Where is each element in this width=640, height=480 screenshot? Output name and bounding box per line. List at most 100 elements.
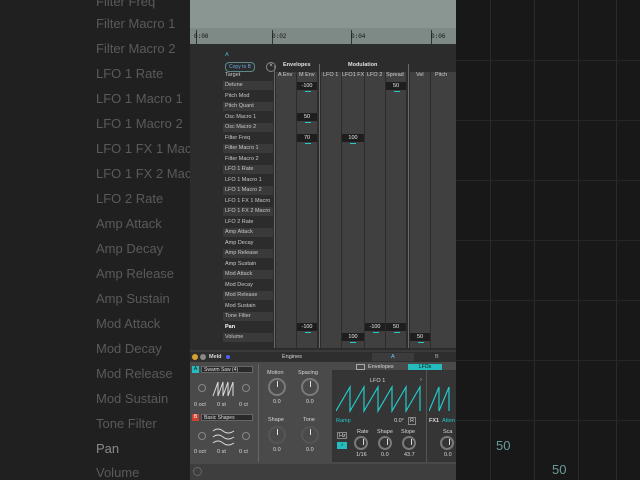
mod-cell[interactable]: 70 — [297, 134, 317, 144]
device-fold-icon[interactable] — [200, 354, 206, 360]
target-detune[interactable]: Detune — [225, 82, 243, 88]
mod-cell[interactable]: -100 — [365, 323, 385, 333]
mod-matrix: A Copy to B × Target Envelopes Modulatio… — [190, 44, 456, 350]
shape-label: Shape — [268, 417, 284, 423]
slope-knob[interactable] — [402, 436, 416, 450]
target-filter-macro-2[interactable]: Filter Macro 2 — [225, 156, 259, 162]
osc-b-waveform — [212, 428, 235, 446]
mod-cell[interactable]: 100 — [342, 333, 364, 343]
target-pan[interactable]: Pan — [225, 324, 235, 330]
target-volume[interactable]: Volume — [225, 334, 243, 340]
timeline[interactable]: 0:00 0:02 0:04 0:06 — [190, 0, 456, 44]
osc-b-letter[interactable]: B — [192, 414, 199, 421]
mod-cell[interactable]: 50 — [386, 82, 406, 92]
fx-attn[interactable]: Atten — [442, 418, 455, 424]
shape-knob[interactable] — [268, 426, 286, 444]
bottom-bar — [190, 464, 456, 480]
osc-a-type-select[interactable]: Swarm Saw (4) — [201, 366, 253, 373]
device-power-icon[interactable] — [192, 354, 198, 360]
rate-knob[interactable] — [354, 436, 368, 450]
osc-b-st[interactable]: 0 st — [217, 449, 226, 455]
next-osc-a-icon[interactable] — [242, 384, 250, 392]
bg-row: Volume — [96, 465, 140, 480]
mod-cell[interactable]: 50 — [386, 323, 406, 333]
col-header-vel: Vel — [416, 72, 424, 78]
arrangement-clip[interactable] — [190, 0, 456, 28]
bg-row: LFO 1 FX 1 Macro — [96, 141, 190, 156]
retrigger-toggle[interactable]: R — [408, 417, 416, 425]
target-amp-attack[interactable]: Amp Attack — [225, 229, 253, 235]
osc-a-ct[interactable]: 0 ct — [239, 402, 248, 408]
device-name: Meld — [209, 354, 222, 360]
bg-row: Mod Attack — [96, 316, 161, 331]
spacing-label: Spacing — [298, 370, 318, 376]
chevron-right-icon[interactable]: › — [420, 377, 422, 383]
target-lfo2-rate[interactable]: LFO 2 Rate — [225, 219, 253, 225]
engines-label: Engines — [282, 354, 302, 360]
target-lfo1-rate[interactable]: LFO 1 Rate — [225, 166, 253, 172]
lfo-shape-value: 0.0 — [381, 452, 389, 458]
target-amp-release[interactable]: Amp Release — [225, 250, 258, 256]
target-lfo1-fx2-macro[interactable]: LFO 1 FX 2 Macro — [225, 208, 270, 214]
mod-cell[interactable]: 50 — [297, 113, 317, 123]
lfo-shape-select[interactable]: Ramp — [336, 418, 351, 424]
osc-a-waveform — [212, 381, 234, 397]
osc-b-ct[interactable]: 0 ct — [239, 449, 248, 455]
target-mod-attack[interactable]: Mod Attack — [225, 271, 252, 277]
prev-osc-a-icon[interactable] — [198, 384, 206, 392]
osc-b-oct[interactable]: 0 oct — [194, 449, 206, 455]
shape-value: 0.0 — [273, 447, 281, 453]
target-osc-macro-2[interactable]: Osc Macro 2 — [225, 124, 256, 130]
col-header-spread: Spread — [386, 72, 404, 78]
fx-waveform — [429, 386, 450, 412]
sync-toggle[interactable]: ♪ — [337, 442, 347, 449]
target-mod-sustain[interactable]: Mod Sustain — [225, 303, 256, 309]
spacing-knob[interactable] — [301, 378, 319, 396]
osc-a-letter[interactable]: A — [192, 366, 199, 373]
mod-cell[interactable]: 100 — [342, 134, 364, 144]
scale-knob[interactable] — [440, 436, 454, 450]
col-header-pitch: Pitch — [435, 72, 448, 78]
osc-a-st[interactable]: 0 st — [217, 402, 226, 408]
time-tick: 0:02 — [272, 33, 287, 40]
osc-a-oct[interactable]: 0 oct — [194, 402, 206, 408]
time-tick: 0:04 — [351, 33, 366, 40]
target-tone-filter[interactable]: Tone Filter — [225, 313, 251, 319]
target-osc-macro-1[interactable]: Osc Macro 1 — [225, 114, 256, 120]
bg-row: Amp Attack — [96, 216, 162, 231]
bg-value: 50 — [496, 438, 511, 453]
target-amp-decay[interactable]: Amp Decay — [225, 240, 253, 246]
prev-osc-b-icon[interactable] — [198, 432, 206, 440]
circle-icon[interactable] — [193, 467, 202, 476]
target-filter-macro-1[interactable]: Filter Macro 1 — [225, 145, 259, 151]
lfo-phase[interactable]: 0.0° — [394, 418, 404, 424]
mod-cell[interactable]: -100 — [297, 323, 317, 333]
lfo-shape-knob[interactable] — [378, 436, 392, 450]
bg-row: LFO 1 FX 2 Macro — [96, 166, 190, 181]
background-left-list: Filter Freq Filter Macro 1 Filter Macro … — [0, 0, 190, 480]
target-header: Target — [225, 72, 241, 78]
target-mod-release[interactable]: Mod Release — [225, 292, 257, 298]
target-filter-freq[interactable]: Filter Freq — [225, 135, 250, 141]
meld-device: Meld Engines A B A Swarm Saw (4) 0 oct 0… — [190, 352, 456, 464]
hz-toggle[interactable]: Hz — [337, 432, 347, 439]
target-mod-decay[interactable]: Mod Decay — [225, 282, 253, 288]
motion-knob[interactable] — [268, 378, 286, 396]
lfo-panel: LFO 1 › Ramp 0.0° R Hz ♪ Rate 1/16 Shape… — [332, 370, 456, 462]
target-lfo1-macro-2[interactable]: LFO 1 Macro 2 — [225, 187, 262, 193]
target-pitch-mod[interactable]: Pitch Mod — [225, 93, 249, 99]
bg-row: LFO 2 Rate — [96, 191, 164, 206]
next-osc-b-icon[interactable] — [242, 432, 250, 440]
osc-b-type-select[interactable]: Basic Shapes — [201, 414, 253, 421]
mod-cell[interactable]: -100 — [297, 82, 317, 92]
tone-knob[interactable] — [301, 426, 319, 444]
copy-to-b-button[interactable]: Copy to B — [225, 62, 255, 72]
target-lfo1-fx1-macro[interactable]: LFO 1 FX 1 Macro — [225, 198, 270, 204]
bg-row: Filter Macro 1 — [96, 16, 176, 31]
tab-b-label[interactable]: B — [435, 354, 439, 360]
bg-row: Pan — [96, 441, 120, 456]
mod-cell[interactable]: 50 — [410, 333, 430, 343]
target-pitch-quant[interactable]: Pitch Quant — [225, 103, 254, 109]
target-amp-sustain[interactable]: Amp Sustain — [225, 261, 256, 267]
target-lfo1-macro-1[interactable]: LFO 1 Macro 1 — [225, 177, 262, 183]
